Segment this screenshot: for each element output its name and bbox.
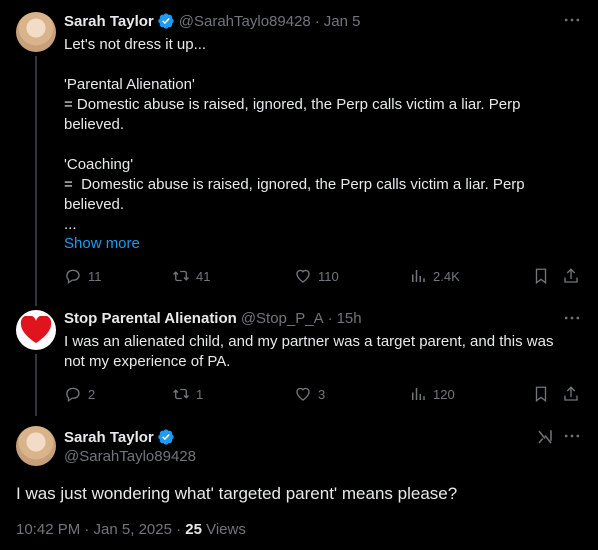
tweet-date[interactable]: Jan 5 [324,13,361,30]
reply-icon [66,387,80,403]
views-label: Views [201,521,246,538]
more-options-icon[interactable] [562,426,582,446]
bookmark-button[interactable] [532,267,562,285]
tweet-actions: 2 1 3 120 [64,384,584,404]
like-count: 3 [318,386,326,402]
retweet-button[interactable]: 1 [172,385,294,403]
more-options-icon[interactable] [562,308,582,328]
views-button[interactable]: 120 [409,385,532,403]
reply-button[interactable]: 11 [64,267,172,285]
separator-dot: · [327,310,333,327]
thread-line [35,354,37,416]
heart-icon [296,269,310,283]
avatar[interactable] [16,12,56,52]
author-name[interactable]: Sarah Taylor [64,429,154,446]
reply-count: 2 [88,386,96,402]
author-handle[interactable]: @Stop_P_A [241,310,324,327]
verified-badge-icon [158,13,174,29]
retweet-count: 41 [196,268,211,284]
view-count: 120 [433,386,455,402]
show-more-link[interactable]: Show more [64,234,574,254]
like-button[interactable]: 110 [294,267,409,285]
heart-icon [296,387,310,401]
retweet-icon [173,388,189,400]
analytics-icon [412,270,425,282]
tweet-timestamp[interactable]: 10:42 PM · Jan 5, 2025 · [16,521,185,538]
author-name[interactable]: Stop Parental Alienation [64,310,237,327]
tweet-1[interactable]: Sarah Taylor @SarahTaylo89428 · Jan 5 Le… [0,0,598,300]
tweet-actions: 11 41 110 2.4K [64,266,584,286]
author-handle[interactable]: @SarahTaylo89428 [179,13,311,30]
thread-line [35,56,37,300]
tweet-2[interactable]: Stop Parental Alienation @Stop_P_A · 15h… [0,300,598,416]
tweet-date[interactable]: 15h [337,310,362,327]
verified-badge-icon [158,429,174,445]
avatar[interactable] [16,310,56,350]
views-button[interactable]: 2.4K [409,267,532,285]
tweet-metadata: 10:42 PM · Jan 5, 2025 · 25 Views [16,521,246,538]
view-count: 2.4K [433,268,460,284]
reply-count: 11 [88,268,102,284]
like-button[interactable]: 3 [294,385,409,403]
tweet-text: I was just wondering what' targeted pare… [16,484,458,503]
like-count: 110 [318,268,339,284]
more-options-icon[interactable] [562,10,582,30]
reply-button[interactable]: 2 [64,385,172,403]
bookmark-button[interactable] [532,385,562,403]
tweet-text: I was an alienated child, and my partner… [64,333,558,370]
tweet-header: Sarah Taylor @SarahTaylo89428 · Jan 5 [64,12,360,30]
view-count: 25 [185,521,202,538]
tweet-header: Stop Parental Alienation @Stop_P_A · 15h [64,310,362,327]
analytics-icon [412,388,425,400]
grok-icon[interactable] [536,428,554,446]
share-button[interactable] [562,267,580,285]
thread-line [35,300,37,306]
bookmark-icon [535,268,547,285]
separator-dot: · [314,12,320,30]
author-handle[interactable]: @SarahTaylo89428 [64,448,196,465]
share-button[interactable] [562,385,580,403]
reply-icon [66,269,80,285]
share-icon [564,268,578,283]
retweet-button[interactable]: 41 [172,267,294,285]
share-icon [564,386,578,401]
tweet-header-handle: @SarahTaylo89428 [64,448,196,465]
tweet-header: Sarah Taylor [64,428,175,446]
tweet-text: Let's not dress it up... 'Parental Alien… [64,36,525,233]
heart-logo-icon [20,316,52,343]
retweet-count: 1 [196,386,204,402]
bookmark-icon [535,386,547,403]
avatar[interactable] [16,426,56,466]
author-name[interactable]: Sarah Taylor [64,13,154,30]
retweet-icon [173,270,189,282]
